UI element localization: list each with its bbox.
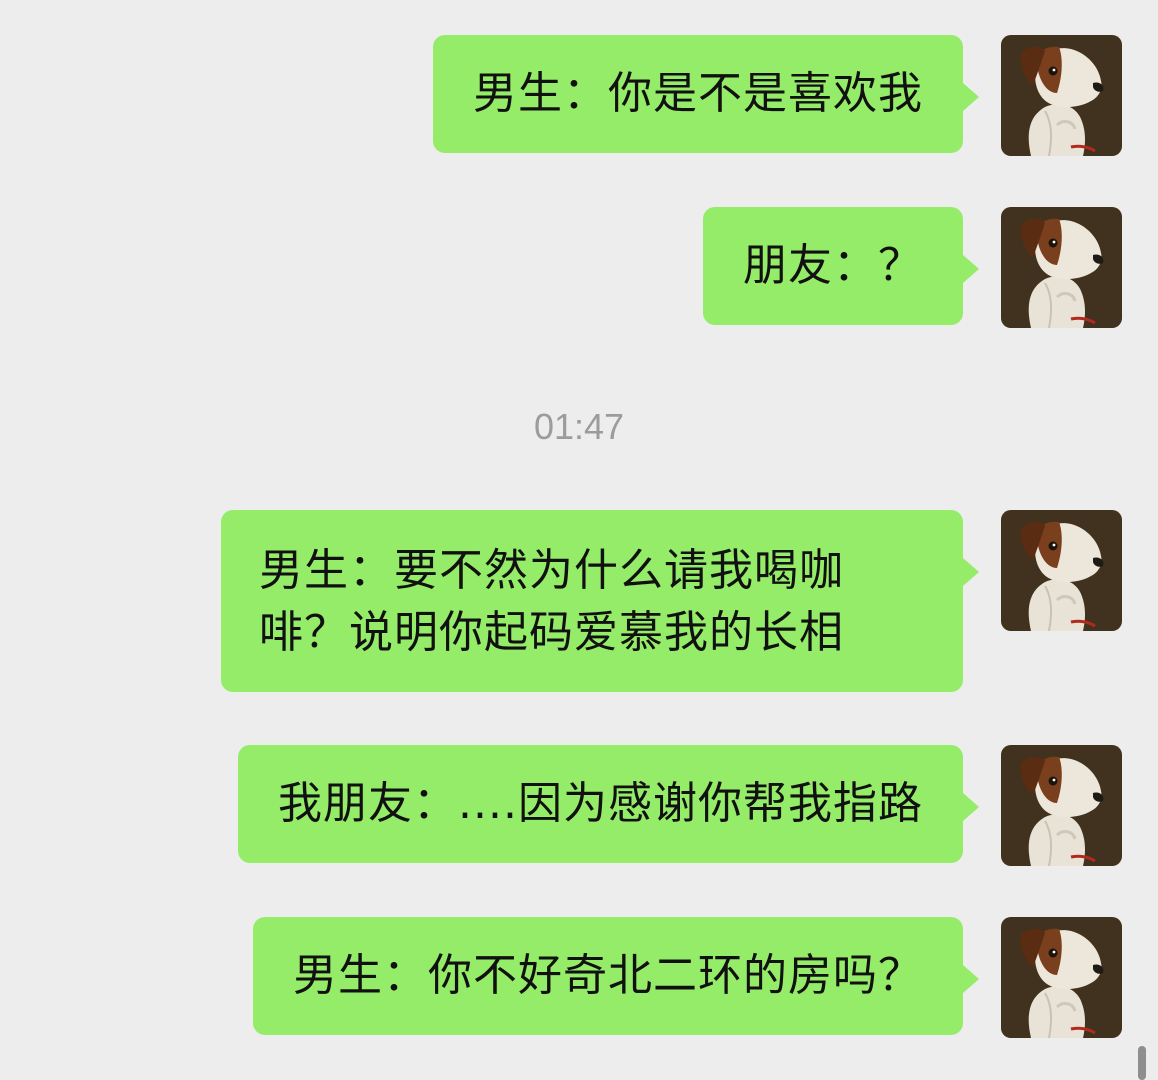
message-bubble[interactable]: 男生：要不然为什么请我喝咖啡？说明你起码爱慕我的长相 [221,510,979,692]
message-bubble[interactable]: 男生：你不好奇北二环的房吗？ [253,917,979,1035]
dog-avatar-icon [1001,745,1122,866]
message-row: 男生：你是不是喜欢我 [433,35,1122,156]
message-row: 朋友：？ [703,207,1122,328]
avatar[interactable] [1001,917,1122,1038]
message-bubble[interactable]: 朋友：？ [703,207,979,325]
timestamp-divider: 01:47 [533,406,625,447]
message-row: 男生：要不然为什么请我喝咖啡？说明你起码爱慕我的长相 [221,510,1122,692]
message-bubble[interactable]: 我朋友：....因为感谢你帮我指路 [238,745,979,863]
dog-avatar-icon [1001,207,1122,328]
message-bubble[interactable]: 男生：你是不是喜欢我 [433,35,979,153]
avatar[interactable] [1001,745,1122,866]
dog-avatar-icon [1001,917,1122,1038]
avatar[interactable] [1001,35,1122,156]
avatar[interactable] [1001,207,1122,328]
message-row: 我朋友：....因为感谢你帮我指路 [238,745,1122,866]
avatar[interactable] [1001,510,1122,631]
scrollbar-thumb[interactable] [1138,1046,1146,1080]
dog-avatar-icon [1001,35,1122,156]
message-row: 男生：你不好奇北二环的房吗？ [253,917,1122,1038]
dog-avatar-icon [1001,510,1122,631]
